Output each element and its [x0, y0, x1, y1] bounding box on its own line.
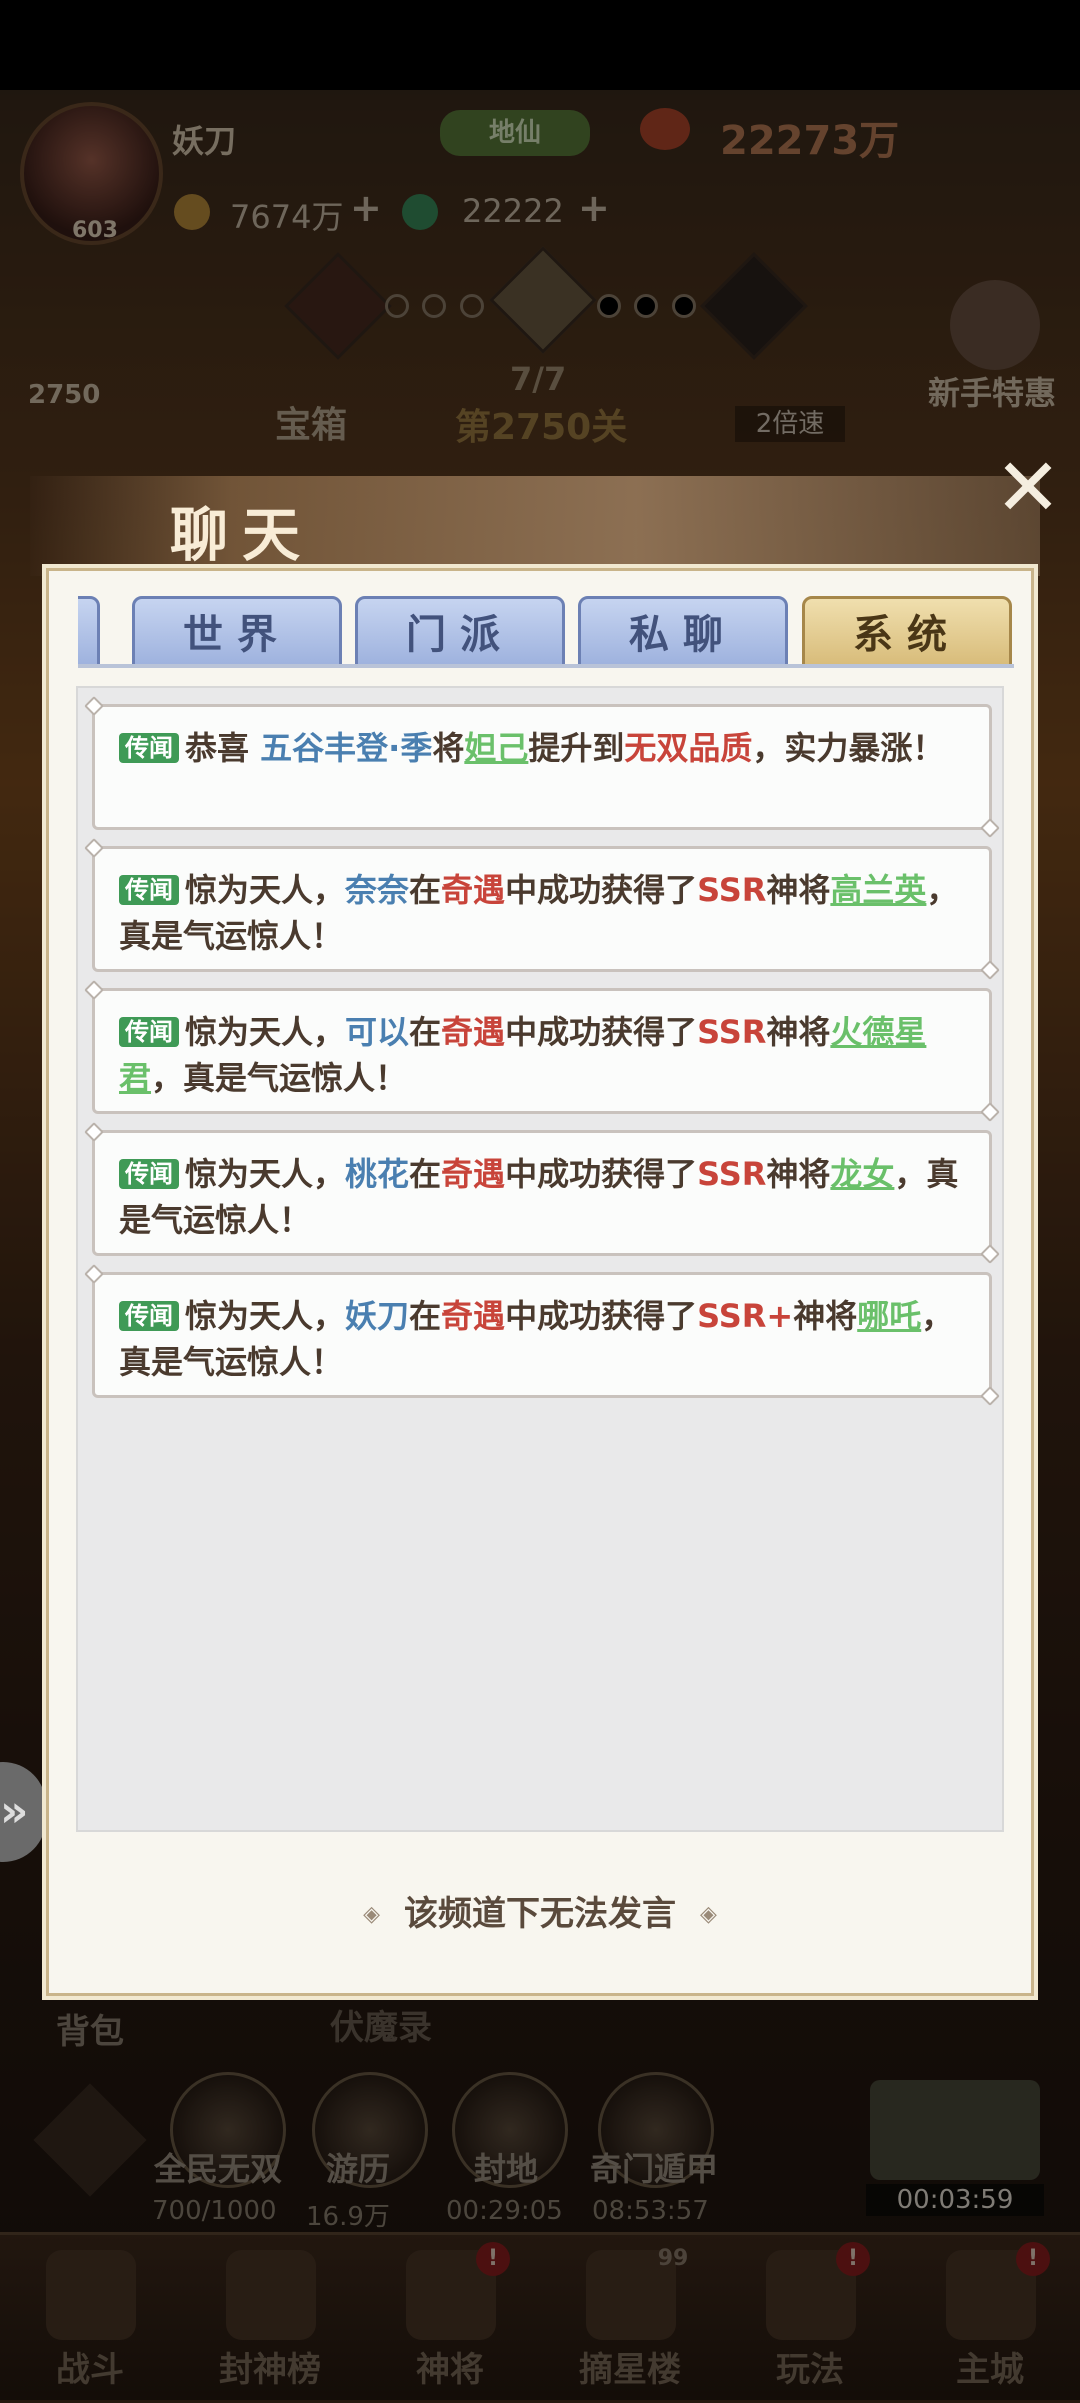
msg-text: 神将 [766, 1155, 831, 1193]
tab-underline [78, 664, 1014, 668]
msg-text: 中成功获得了 [505, 1013, 698, 1051]
event-text: 奇遇 [441, 1297, 506, 1335]
player-name-link[interactable]: 桃花 [345, 1155, 409, 1193]
msg-text: 中成功获得了 [505, 1155, 698, 1193]
msg-text: 神将 [793, 1297, 858, 1335]
msg-text: 在 [409, 1013, 442, 1051]
rumor-tag: 传闻 [119, 733, 179, 763]
tab-system[interactable]: 系统 [802, 596, 1012, 668]
tab-sect[interactable]: 门派 [355, 596, 565, 668]
msg-text: 在 [409, 871, 442, 909]
msg-text: 惊为天人， [185, 1297, 346, 1335]
chat-message: 传闻 惊为天人，妖刀在奇遇中成功获得了SSR+神将哪吒，真是气运惊人！ [92, 1272, 992, 1398]
rumor-tag: 传闻 [119, 1301, 179, 1331]
msg-text: 惊为天人， [185, 1013, 346, 1051]
msg-text: ，真是气运惊人！ [151, 1059, 408, 1097]
player-name-link[interactable]: 奈奈 [345, 871, 409, 909]
msg-text: ，实力暴涨！ [752, 729, 945, 767]
chat-message: 传闻 惊为天人，可以在奇遇中成功获得了SSR神将火德星君，真是气运惊人！ [92, 988, 992, 1114]
msg-text: 在 [409, 1297, 442, 1335]
chat-message: 传闻 恭喜 五谷丰登·季将妲己提升到无双品质，实力暴涨！ [92, 704, 992, 830]
chat-message: 传闻 惊为天人，奈奈在奇遇中成功获得了SSR神将高兰英，真是气运惊人！ [92, 846, 992, 972]
event-text: 奇遇 [441, 1155, 506, 1193]
diamond-left-icon: ◈ [363, 1902, 380, 1927]
chevron-right-icon: » [0, 1786, 29, 1837]
msg-text: 惊为天人， [185, 871, 346, 909]
status-bar [0, 0, 1080, 90]
diamond-right-icon: ◈ [700, 1902, 717, 1927]
msg-text: 中成功获得了 [505, 1297, 698, 1335]
msg-text: 惊为天人， [185, 1155, 346, 1193]
no-speak-text: 该频道下无法发言 [404, 1894, 676, 1934]
msg-text: 提升到 [528, 729, 625, 767]
quality-text: 无双品质 [624, 729, 753, 767]
hero-link[interactable]: 龙女 [830, 1155, 894, 1193]
grade-text: SSR [697, 871, 767, 909]
chat-title: 聊天 [170, 501, 315, 569]
hero-link[interactable]: 妲己 [464, 729, 528, 767]
chat-tab-bar: 世界 门派 私聊 系统 [78, 596, 1014, 668]
close-icon: ✕ [994, 441, 1062, 534]
msg-text: 中成功获得了 [505, 871, 698, 909]
msg-text: 神将 [766, 1013, 831, 1051]
tab-hidden-left[interactable] [78, 596, 100, 668]
rumor-tag: 传闻 [119, 1159, 179, 1189]
event-text: 奇遇 [441, 1013, 506, 1051]
player-name-link[interactable]: 可以 [345, 1013, 409, 1051]
rumor-tag: 传闻 [119, 875, 179, 905]
player-name-link[interactable]: 五谷丰登·季 [260, 729, 432, 767]
rumor-tag: 传闻 [119, 1017, 179, 1047]
tab-private[interactable]: 私聊 [578, 596, 788, 668]
hero-link[interactable]: 哪吒 [857, 1297, 921, 1335]
grade-text: SSR [697, 1155, 767, 1193]
close-button[interactable]: ✕ [988, 448, 1068, 528]
grade-text: SSR+ [697, 1297, 794, 1335]
chat-message: 传闻 惊为天人，桃花在奇遇中成功获得了SSR神将龙女，真是气运惊人！ [92, 1130, 992, 1256]
msg-text: 恭喜 [185, 729, 250, 767]
no-speak-notice: ◈ 该频道下无法发言 ◈ [46, 1884, 1034, 1944]
hero-link[interactable]: 高兰英 [830, 871, 926, 909]
tab-world[interactable]: 世界 [132, 596, 342, 668]
grade-text: SSR [697, 1013, 767, 1051]
msg-text: 将 [432, 729, 465, 767]
msg-text: 神将 [766, 871, 831, 909]
event-text: 奇遇 [441, 871, 506, 909]
player-name-link[interactable]: 妖刀 [345, 1297, 409, 1335]
msg-text: 在 [409, 1155, 442, 1193]
